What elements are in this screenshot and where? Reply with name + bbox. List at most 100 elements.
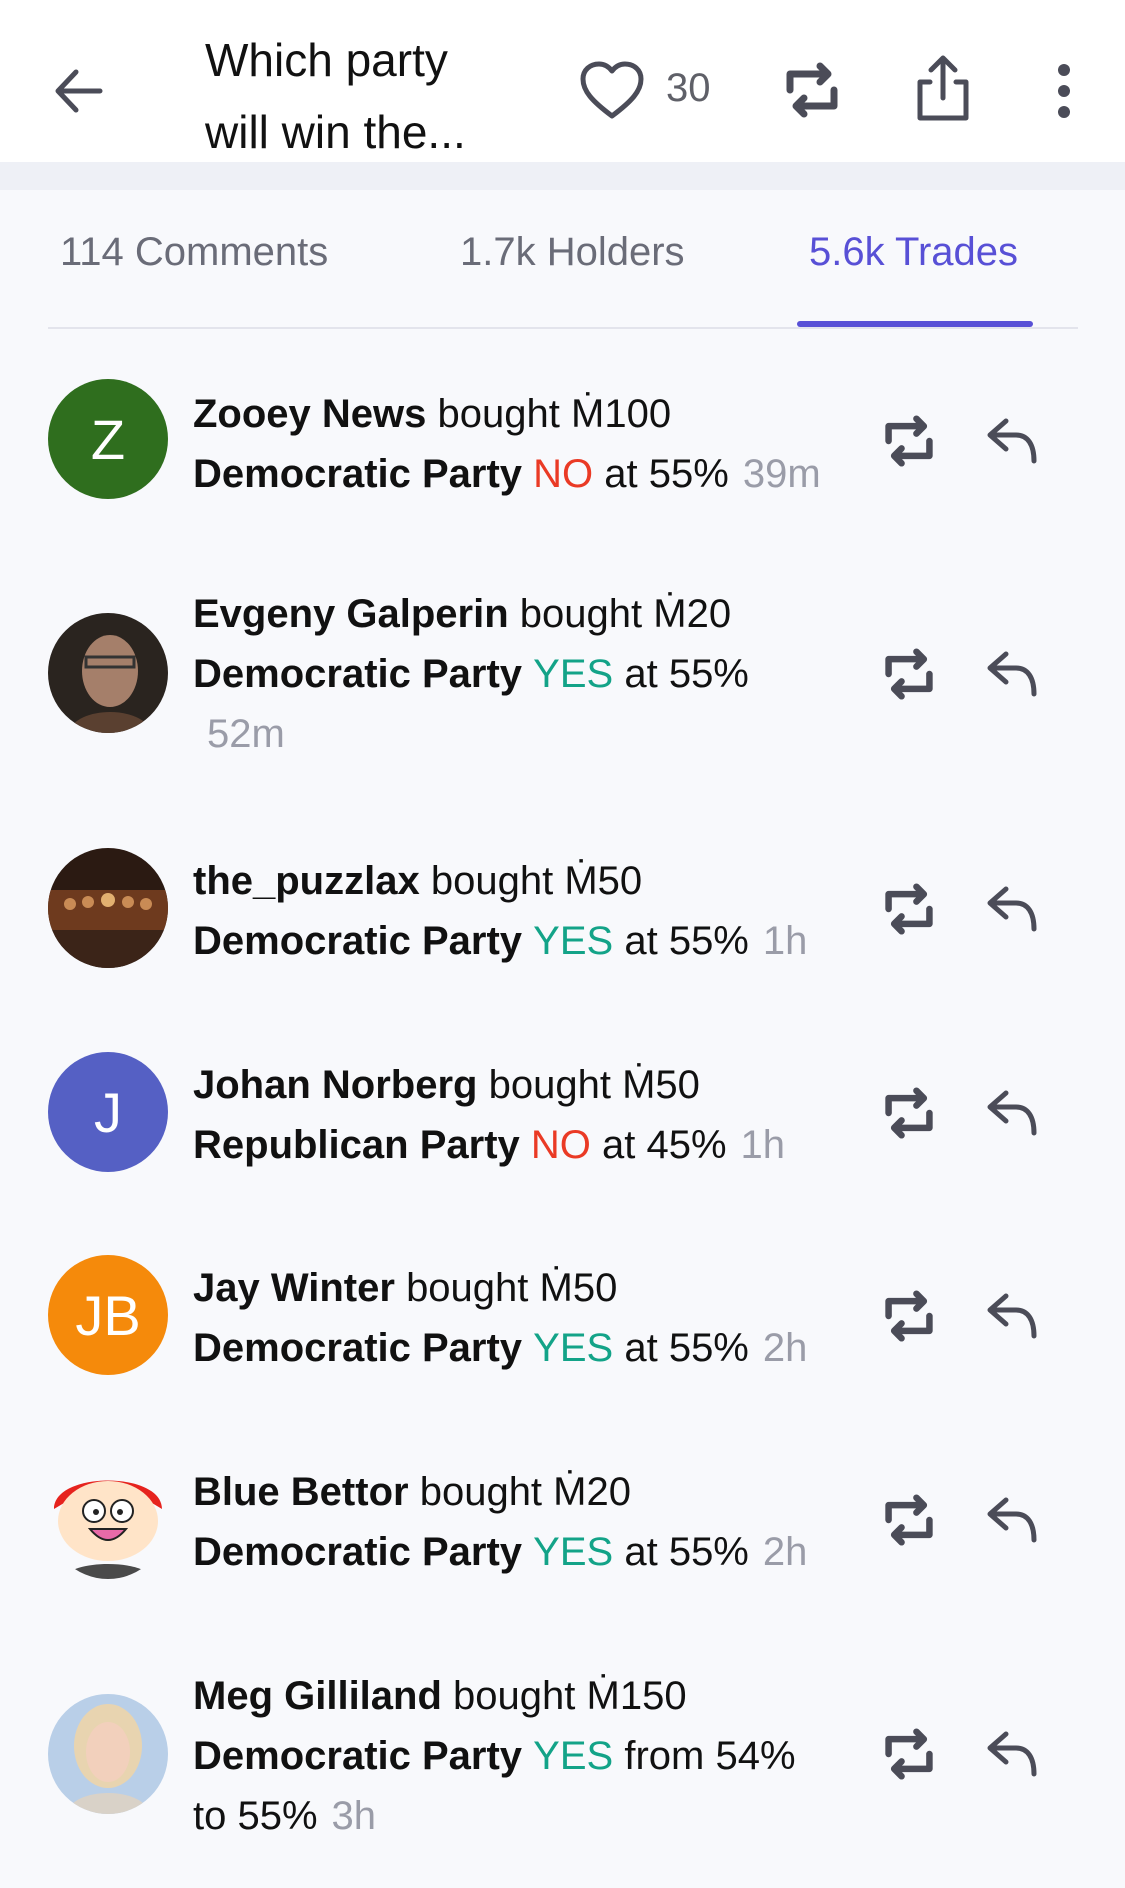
avatar[interactable] — [48, 1694, 168, 1814]
trade-amount: Ṁ50 — [622, 1063, 700, 1107]
outcome-label: YES — [533, 1734, 614, 1778]
repost-icon[interactable] — [878, 1494, 940, 1546]
avatar[interactable] — [48, 1459, 168, 1579]
market-title-line2: will win the... — [205, 106, 466, 158]
tab-comments[interactable]: 114 Comments — [60, 230, 328, 275]
avatar[interactable] — [48, 613, 168, 733]
trade-amount: Ṁ20 — [553, 1470, 631, 1514]
trade-verb: bought — [419, 1470, 543, 1514]
trade-line-3: to 55% 3h — [193, 1786, 858, 1846]
trade-line-1: Johan Norberg bought Ṁ50 — [193, 1055, 858, 1115]
trade-line-3: 52m — [193, 704, 858, 764]
tab-trades[interactable]: 5.6k Trades — [809, 230, 1018, 275]
price-text: at 45% — [602, 1123, 727, 1167]
top-bar: Which party will win the... 30 — [0, 0, 1125, 162]
trade-time: 1h — [740, 1123, 786, 1167]
market-title-line1: Which party — [205, 34, 448, 86]
repost-icon[interactable] — [878, 883, 940, 935]
trade-text: Johan Norberg bought Ṁ50 Republican Part… — [193, 1055, 858, 1175]
price-text: at 55% — [624, 919, 749, 963]
trade-line-2: Republican Party NO at 45% 1h — [193, 1115, 858, 1175]
trade-amount: Ṁ50 — [539, 1266, 618, 1310]
more-options-icon[interactable] — [1050, 62, 1078, 120]
trade-verb: bought — [437, 392, 560, 436]
user-name[interactable]: Evgeny Galperin — [193, 592, 509, 636]
user-name[interactable]: Meg Gilliland — [193, 1674, 442, 1718]
trade-verb: bought — [430, 859, 554, 903]
repost-icon[interactable] — [878, 1728, 940, 1780]
user-photo — [48, 848, 168, 968]
reply-icon[interactable] — [984, 883, 1040, 935]
price-text: at 55% — [604, 452, 729, 496]
party-name[interactable]: Democratic Party — [193, 652, 522, 696]
trade-line-2: Democratic Party YES at 55% 1h — [193, 911, 858, 971]
trade-line-2: Democratic Party YES at 55% 2h — [193, 1522, 858, 1582]
repost-icon[interactable] — [780, 62, 844, 118]
reply-icon[interactable] — [984, 1087, 1040, 1139]
user-name[interactable]: Johan Norberg — [193, 1063, 477, 1107]
trade-line-1: the_puzzlax bought Ṁ50 — [193, 851, 858, 911]
repost-icon[interactable] — [878, 648, 940, 700]
reply-icon[interactable] — [984, 1290, 1040, 1342]
user-name[interactable]: Jay Winter — [193, 1266, 395, 1310]
repost-icon[interactable] — [878, 1290, 940, 1342]
trade-amount: Ṁ50 — [564, 859, 643, 903]
reply-icon[interactable] — [984, 415, 1040, 467]
trade-verb: bought — [488, 1063, 611, 1107]
outcome-label: YES — [533, 1326, 614, 1370]
party-name[interactable]: Democratic Party — [193, 452, 522, 496]
user-photo — [48, 613, 168, 733]
trade-text: Zooey News bought Ṁ100 Democratic Party … — [193, 384, 858, 504]
avatar[interactable]: J — [48, 1052, 168, 1172]
outcome-label: YES — [533, 919, 614, 963]
reply-icon[interactable] — [984, 648, 1040, 700]
trade-text: Blue Bettor bought Ṁ20 Democratic Party … — [193, 1462, 858, 1582]
price-text: at 55% — [624, 652, 749, 696]
trade-amount: Ṁ150 — [586, 1674, 687, 1718]
trade-text: Meg Gilliland bought Ṁ150 Democratic Par… — [193, 1666, 858, 1846]
trade-verb: bought — [406, 1266, 529, 1310]
trade-verb: bought — [453, 1674, 576, 1718]
avatar[interactable]: JB — [48, 1255, 168, 1375]
party-name[interactable]: Democratic Party — [193, 1734, 522, 1778]
reply-icon[interactable] — [984, 1728, 1040, 1780]
repost-icon[interactable] — [878, 1087, 940, 1139]
user-cartoon-avatar — [48, 1459, 168, 1579]
trade-line-1: Evgeny Galperin bought Ṁ20 — [193, 584, 858, 644]
tab-holders[interactable]: 1.7k Holders — [460, 230, 685, 275]
price-text: at 55% — [624, 1326, 749, 1370]
user-name[interactable]: Zooey News — [193, 392, 426, 436]
like-count: 30 — [666, 66, 711, 110]
trade-line-1: Meg Gilliland bought Ṁ150 — [193, 1666, 858, 1726]
trade-line-2: Democratic Party YES at 55% — [193, 644, 858, 704]
tab-bar: 114 Comments 1.7k Holders 5.6k Trades — [48, 230, 1078, 330]
party-name[interactable]: Democratic Party — [193, 919, 522, 963]
trade-line-1: Zooey News bought Ṁ100 — [193, 384, 858, 444]
repost-icon[interactable] — [878, 415, 940, 467]
share-icon[interactable] — [912, 52, 974, 124]
heart-icon[interactable] — [578, 60, 646, 122]
active-tab-indicator — [797, 321, 1033, 327]
avatar[interactable] — [48, 848, 168, 968]
trade-time: 2h — [762, 1530, 808, 1574]
avatar[interactable]: Z — [48, 379, 168, 499]
trade-verb: bought — [519, 592, 643, 636]
back-arrow-icon[interactable] — [48, 60, 110, 122]
trade-text: Jay Winter bought Ṁ50 Democratic Party Y… — [193, 1258, 858, 1378]
party-name[interactable]: Republican Party — [193, 1123, 520, 1167]
trade-time: 3h — [331, 1794, 377, 1838]
trade-text: Evgeny Galperin bought Ṁ20 Democratic Pa… — [193, 584, 858, 764]
user-name[interactable]: Blue Bettor — [193, 1470, 409, 1514]
reply-icon[interactable] — [984, 1494, 1040, 1546]
outcome-label: NO — [530, 1123, 591, 1167]
trade-line-2: Democratic Party NO at 55% 39m — [193, 444, 858, 504]
user-name[interactable]: the_puzzlax — [193, 859, 420, 903]
party-name[interactable]: Democratic Party — [193, 1530, 522, 1574]
price-text: from 54% — [624, 1734, 796, 1778]
party-name[interactable]: Democratic Party — [193, 1326, 522, 1370]
trade-time: 2h — [762, 1326, 808, 1370]
header-separator — [0, 162, 1125, 190]
trade-amount: Ṁ100 — [571, 392, 672, 436]
market-title[interactable]: Which party will win the... — [205, 24, 505, 168]
tabs-divider — [48, 327, 1078, 329]
